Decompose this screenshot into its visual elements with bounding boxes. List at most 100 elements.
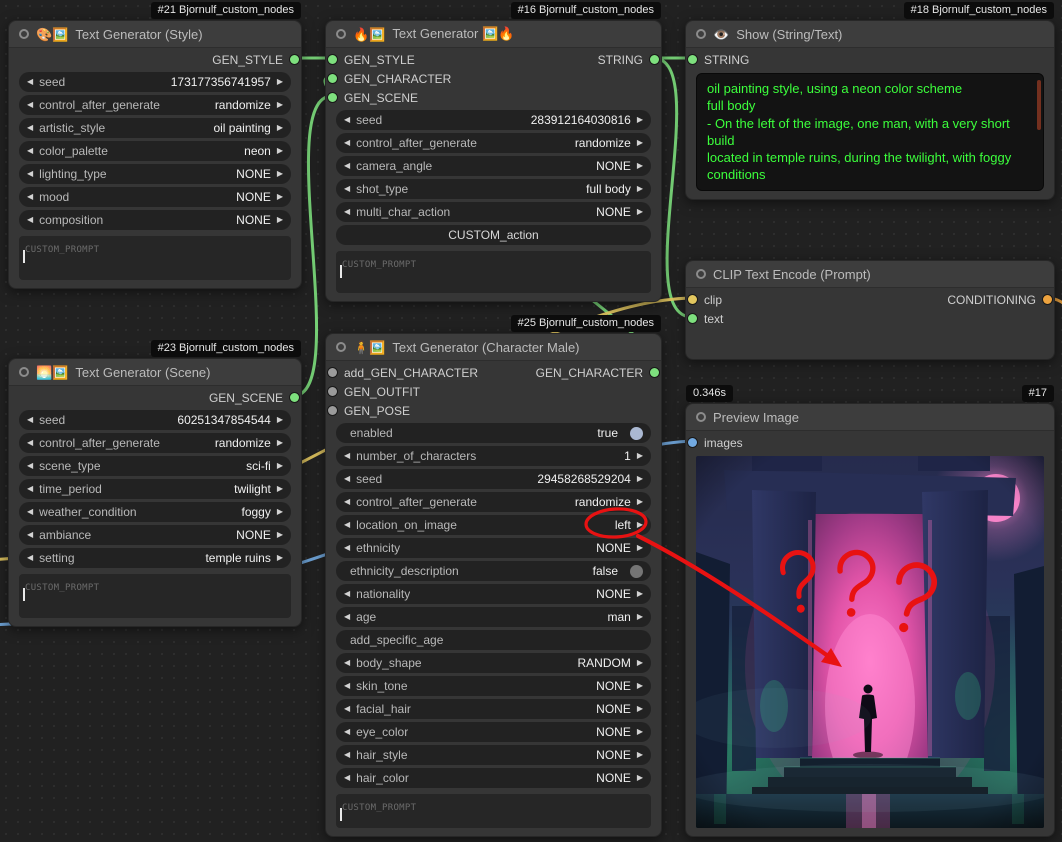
increment-arrow-icon[interactable]: ▶ [277, 508, 283, 516]
widget-seed[interactable]: ◀seed173177356741957▶ [19, 72, 291, 92]
widget-time_period[interactable]: ◀time_periodtwilight▶ [19, 479, 291, 499]
increment-arrow-icon[interactable]: ▶ [637, 116, 643, 124]
decrement-arrow-icon[interactable]: ◀ [27, 485, 33, 493]
node-title-bar[interactable]: CLIP Text Encode (Prompt) [686, 261, 1054, 288]
widget-number_of_characters[interactable]: ◀number_of_characters1▶ [336, 446, 651, 466]
widget-control_after_generate[interactable]: ◀control_after_generaterandomize▶ [336, 133, 651, 153]
increment-arrow-icon[interactable]: ▶ [637, 682, 643, 690]
node-title-bar[interactable]: 🔥🖼️ Text Generator 🖼️🔥 [326, 21, 661, 48]
input-slot-GEN_OUTFIT[interactable] [328, 387, 337, 396]
decrement-arrow-icon[interactable]: ◀ [344, 208, 350, 216]
widget-location_on_image[interactable]: ◀location_on_imageleft▶ [336, 515, 651, 535]
node-title-bar[interactable]: 🌅🖼️ Text Generator (Scene) [9, 359, 301, 386]
increment-arrow-icon[interactable]: ▶ [637, 544, 643, 552]
decrement-arrow-icon[interactable]: ◀ [344, 162, 350, 170]
widget-seed[interactable]: ◀seed283912164030816▶ [336, 110, 651, 130]
node-text-generator-style[interactable]: #21 Bjornulf_custom_nodes 🎨🖼️ Text Gener… [8, 20, 302, 289]
widget-seed[interactable]: ◀seed60251347854544▶ [19, 410, 291, 430]
widget-shot_type[interactable]: ◀shot_typefull body▶ [336, 179, 651, 199]
decrement-arrow-icon[interactable]: ◀ [27, 170, 33, 178]
decrement-arrow-icon[interactable]: ◀ [344, 116, 350, 124]
collapse-dot-icon[interactable] [19, 367, 29, 377]
decrement-arrow-icon[interactable]: ◀ [27, 78, 33, 86]
increment-arrow-icon[interactable]: ▶ [277, 124, 283, 132]
decrement-arrow-icon[interactable]: ◀ [27, 439, 33, 447]
decrement-arrow-icon[interactable]: ◀ [27, 416, 33, 424]
output-slot-GEN_CHARACTER[interactable] [650, 368, 659, 377]
decrement-arrow-icon[interactable]: ◀ [344, 705, 350, 713]
decrement-arrow-icon[interactable]: ◀ [27, 462, 33, 470]
increment-arrow-icon[interactable]: ▶ [637, 475, 643, 483]
decrement-arrow-icon[interactable]: ◀ [27, 193, 33, 201]
decrement-arrow-icon[interactable]: ◀ [27, 101, 33, 109]
widget-eye_color[interactable]: ◀eye_colorNONE▶ [336, 722, 651, 742]
widget-lighting_type[interactable]: ◀lighting_typeNONE▶ [19, 164, 291, 184]
decrement-arrow-icon[interactable]: ◀ [344, 751, 350, 759]
node-clip-text-encode[interactable]: 0.108s #6 CLIP Text Encode (Prompt) clip… [685, 260, 1055, 360]
increment-arrow-icon[interactable]: ▶ [637, 613, 643, 621]
widget-composition[interactable]: ◀compositionNONE▶ [19, 210, 291, 230]
increment-arrow-icon[interactable]: ▶ [637, 498, 643, 506]
increment-arrow-icon[interactable]: ▶ [637, 521, 643, 529]
decrement-arrow-icon[interactable]: ◀ [27, 531, 33, 539]
increment-arrow-icon[interactable]: ▶ [637, 774, 643, 782]
node-text-generator-scene[interactable]: #23 Bjornulf_custom_nodes 🌅🖼️ Text Gener… [8, 358, 302, 627]
input-slot-images[interactable] [688, 438, 697, 447]
custom-prompt-textarea[interactable]: CUSTOM_PROMPT [336, 794, 651, 828]
increment-arrow-icon[interactable]: ▶ [637, 452, 643, 460]
decrement-arrow-icon[interactable]: ◀ [344, 475, 350, 483]
widget-control_after_generate[interactable]: ◀control_after_generaterandomize▶ [19, 95, 291, 115]
increment-arrow-icon[interactable]: ▶ [637, 208, 643, 216]
node-title-bar[interactable]: 🧍🖼️ Text Generator (Character Male) [326, 334, 661, 361]
node-text-generator-character-male[interactable]: #25 Bjornulf_custom_nodes 🧍🖼️ Text Gener… [325, 333, 662, 837]
widget-scene_type[interactable]: ◀scene_typesci-fi▶ [19, 456, 291, 476]
collapse-dot-icon[interactable] [336, 29, 346, 39]
input-slot-text[interactable] [688, 314, 697, 323]
widget-weather_condition[interactable]: ◀weather_conditionfoggy▶ [19, 502, 291, 522]
increment-arrow-icon[interactable]: ▶ [277, 439, 283, 447]
widget-nationality[interactable]: ◀nationalityNONE▶ [336, 584, 651, 604]
increment-arrow-icon[interactable]: ▶ [277, 78, 283, 86]
widget-ambiance[interactable]: ◀ambianceNONE▶ [19, 525, 291, 545]
output-slot-CONDITIONING[interactable] [1043, 295, 1052, 304]
input-slot-STRING[interactable] [688, 55, 697, 64]
increment-arrow-icon[interactable]: ▶ [277, 193, 283, 201]
decrement-arrow-icon[interactable]: ◀ [344, 728, 350, 736]
output-slot-GEN_STYLE[interactable] [290, 55, 299, 64]
decrement-arrow-icon[interactable]: ◀ [344, 613, 350, 621]
decrement-arrow-icon[interactable]: ◀ [344, 682, 350, 690]
increment-arrow-icon[interactable]: ▶ [637, 590, 643, 598]
decrement-arrow-icon[interactable]: ◀ [27, 554, 33, 562]
widget-multi_char_action[interactable]: ◀multi_char_actionNONE▶ [336, 202, 651, 222]
widget-age[interactable]: ◀ageman▶ [336, 607, 651, 627]
increment-arrow-icon[interactable]: ▶ [277, 462, 283, 470]
decrement-arrow-icon[interactable]: ◀ [27, 216, 33, 224]
widget-color_palette[interactable]: ◀color_paletteneon▶ [19, 141, 291, 161]
input-slot-GEN_STYLE[interactable] [328, 55, 337, 64]
decrement-arrow-icon[interactable]: ◀ [344, 590, 350, 598]
input-slot-GEN_SCENE[interactable] [328, 93, 337, 102]
collapse-dot-icon[interactable] [696, 269, 706, 279]
decrement-arrow-icon[interactable]: ◀ [27, 124, 33, 132]
widget-setting[interactable]: ◀settingtemple ruins▶ [19, 548, 291, 568]
decrement-arrow-icon[interactable]: ◀ [27, 508, 33, 516]
widget-enabled[interactable]: enabledtrue [336, 423, 651, 443]
collapse-dot-icon[interactable] [336, 342, 346, 352]
widget-artistic_style[interactable]: ◀artistic_styleoil painting▶ [19, 118, 291, 138]
increment-arrow-icon[interactable]: ▶ [277, 416, 283, 424]
output-slot-STRING[interactable] [650, 55, 659, 64]
widget-facial_hair[interactable]: ◀facial_hairNONE▶ [336, 699, 651, 719]
increment-arrow-icon[interactable]: ▶ [277, 147, 283, 155]
widget-ethnicity_description[interactable]: ethnicity_descriptionfalse [336, 561, 651, 581]
widget-add_specific_age[interactable]: add_specific_age [336, 630, 651, 650]
decrement-arrow-icon[interactable]: ◀ [344, 659, 350, 667]
increment-arrow-icon[interactable]: ▶ [637, 139, 643, 147]
widget-body_shape[interactable]: ◀body_shapeRANDOM▶ [336, 653, 651, 673]
input-slot-clip[interactable] [688, 295, 697, 304]
custom-prompt-textarea[interactable]: CUSTOM_PROMPT [19, 574, 291, 618]
increment-arrow-icon[interactable]: ▶ [277, 554, 283, 562]
input-slot-GEN_POSE[interactable] [328, 406, 337, 415]
collapse-dot-icon[interactable] [696, 412, 706, 422]
widget-seed[interactable]: ◀seed29458268529204▶ [336, 469, 651, 489]
increment-arrow-icon[interactable]: ▶ [277, 531, 283, 539]
